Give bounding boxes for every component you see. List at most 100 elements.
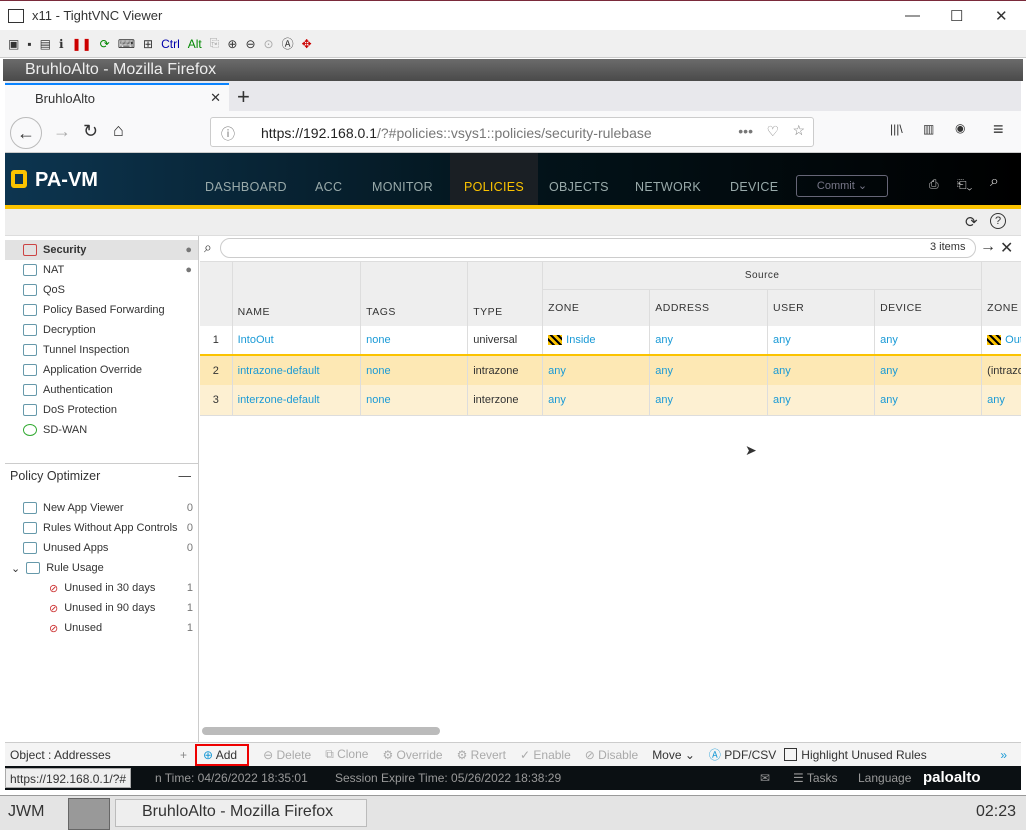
source-device[interactable]: any xyxy=(880,394,898,406)
pocket-icon[interactable]: ♡ xyxy=(766,123,779,140)
enable-button[interactable]: ✓ Enable xyxy=(520,748,571,762)
add-button[interactable]: ⊕ Add xyxy=(195,743,250,766)
minimize-button[interactable]: — xyxy=(905,7,920,24)
pdf-csv-button[interactable]: Ⓐ PDF/CSV xyxy=(709,746,776,763)
col-source-device[interactable]: DEVICE xyxy=(874,289,983,326)
home-button[interactable]: ⌂ xyxy=(113,120,124,141)
disable-button[interactable]: ⊘ Disable xyxy=(585,748,638,762)
library-icon[interactable]: |||\ xyxy=(890,122,903,136)
optimizer-item[interactable]: ⊘ Unused in 30 days 1 xyxy=(5,578,199,598)
nav-dashboard[interactable]: DASHBOARD xyxy=(205,153,287,205)
help-icon[interactable]: ? xyxy=(990,213,1006,229)
account-icon[interactable]: ◉ xyxy=(955,121,965,135)
add-object-icon[interactable]: + xyxy=(180,748,187,762)
delete-button[interactable]: ⊖ Delete xyxy=(263,748,311,762)
col-source-address[interactable]: ADDRESS xyxy=(649,289,769,326)
fullscreen-icon[interactable]: ✥ xyxy=(302,37,312,51)
revert-button[interactable]: ⚙ Revert xyxy=(457,748,506,762)
source-device[interactable]: any xyxy=(880,334,898,346)
sidebar-item-pbf[interactable]: Policy Based Forwarding xyxy=(5,300,198,320)
rule-name[interactable]: intrazone-default xyxy=(238,365,320,377)
source-user[interactable]: any xyxy=(773,365,791,377)
forward-button[interactable]: → xyxy=(53,121,71,142)
rule-tags[interactable]: none xyxy=(366,365,390,377)
col-name[interactable]: NAME xyxy=(232,262,362,326)
info-icon[interactable]: ℹ xyxy=(59,37,64,51)
nav-device[interactable]: DEVICE xyxy=(730,153,778,205)
highlight-unused-checkbox[interactable] xyxy=(784,748,798,761)
browser-tab[interactable]: BruhloAlto ✕ xyxy=(5,83,229,113)
sidebar-item-decryption[interactable]: Decryption xyxy=(5,320,198,340)
options-icon[interactable]: ▤ xyxy=(40,37,51,51)
sidebar-item-sdwan[interactable]: SD-WAN xyxy=(5,420,198,440)
ctrl-button[interactable]: Ctrl xyxy=(161,37,180,51)
zoom-out-icon[interactable]: ⊖ xyxy=(245,37,255,51)
clone-button[interactable]: ⧉ Clone xyxy=(325,747,368,762)
destination-zone[interactable]: Outside xyxy=(1005,334,1021,346)
maximize-button[interactable]: ☐ xyxy=(950,7,963,25)
apply-filter-icon[interactable]: → xyxy=(980,238,996,256)
desktop-pager[interactable] xyxy=(68,798,110,830)
source-address[interactable]: any xyxy=(655,365,673,377)
source-address[interactable]: any xyxy=(655,394,673,406)
sidebar-icon[interactable]: ▥ xyxy=(923,122,934,136)
ctrl-alt-del-icon[interactable]: ⌨ xyxy=(118,37,135,51)
bookmark-star-icon[interactable]: ☆ xyxy=(792,122,805,139)
source-zone[interactable]: any xyxy=(548,394,566,406)
collapse-icon[interactable]: — xyxy=(179,469,192,483)
search-icon[interactable]: ⌕ xyxy=(990,173,999,191)
col-source-user[interactable]: USER xyxy=(767,289,876,326)
rule-tags[interactable]: none xyxy=(366,394,390,406)
move-dropdown[interactable]: Move ⌄ xyxy=(652,748,695,762)
nav-monitor[interactable]: MONITOR xyxy=(372,153,433,205)
optimizer-item[interactable]: ⊘ Unused in 90 days 1 xyxy=(5,598,199,618)
close-tab-icon[interactable]: ✕ xyxy=(210,90,221,106)
sidebar-item-authentication[interactable]: Authentication xyxy=(5,380,198,400)
optimizer-item-rule-usage[interactable]: ⌄ Rule Usage xyxy=(5,558,199,578)
zoom-in-icon[interactable]: ⊕ xyxy=(227,37,237,51)
filter-input[interactable] xyxy=(220,238,976,258)
source-zone[interactable]: any xyxy=(548,365,566,377)
col-tags[interactable]: TAGS xyxy=(360,262,469,326)
expand-chevron-icon[interactable]: ⌄ xyxy=(11,562,20,575)
alt-button[interactable]: Alt xyxy=(188,37,202,51)
site-info-icon[interactable]: ⓘ xyxy=(221,124,235,144)
sidebar-item-app-override[interactable]: Application Override xyxy=(5,360,198,380)
refresh-icon[interactable]: ⟳ xyxy=(965,213,978,231)
save-icon[interactable]: ▪ xyxy=(27,37,31,51)
reload-button[interactable]: ↻ xyxy=(83,121,98,142)
page-actions-icon[interactable]: ••• xyxy=(738,123,753,139)
source-device[interactable]: any xyxy=(880,365,898,377)
table-row[interactable]: 1 IntoOut none universal Inside any any any Outs… xyxy=(200,326,1021,355)
col-type[interactable]: TYPE xyxy=(467,262,544,326)
optimizer-item[interactable]: New App Viewer 0 xyxy=(5,498,199,518)
save-config-icon[interactable]: ⎗⌄ xyxy=(957,177,972,192)
sidebar-item-nat[interactable]: NAT ● xyxy=(5,260,198,280)
pause-icon[interactable]: ❚❚ xyxy=(72,37,92,51)
mail-icon[interactable]: ✉ xyxy=(760,766,770,790)
menu-icon[interactable]: ≡ xyxy=(993,119,1004,140)
refresh-icon[interactable]: ⟳ xyxy=(100,37,110,51)
url-bar[interactable]: ⓘ https://192.168.0.1/?#policies::vsys1::… xyxy=(210,117,814,147)
nav-acc[interactable]: ACC xyxy=(315,153,342,205)
close-button[interactable]: ✕ xyxy=(995,7,1008,25)
new-tab-button[interactable]: + xyxy=(237,84,250,110)
horizontal-scrollbar[interactable] xyxy=(202,727,440,735)
sidebar-item-tunnel[interactable]: Tunnel Inspection xyxy=(5,340,198,360)
rule-name[interactable]: IntoOut xyxy=(238,334,274,346)
rule-name[interactable]: interzone-default xyxy=(238,394,320,406)
clear-filter-icon[interactable]: ✕ xyxy=(1000,238,1013,258)
back-button[interactable]: ← xyxy=(10,117,42,149)
optimizer-item[interactable]: ⊘ Unused 1 xyxy=(5,618,199,638)
commit-button[interactable]: Commit ⌄ xyxy=(796,175,888,197)
sidebar-item-dos[interactable]: DoS Protection xyxy=(5,400,198,420)
col-source-zone[interactable]: ZONE xyxy=(542,289,651,326)
destination-zone[interactable]: any xyxy=(987,394,1005,406)
zoom-auto-icon[interactable]: Ⓐ xyxy=(282,35,294,52)
sidebar-item-security[interactable]: Security ● xyxy=(5,240,198,260)
taskbar-window-button[interactable]: BruhloAlto - Mozilla Firefox xyxy=(115,799,367,827)
col-destination-zone[interactable]: ZONE xyxy=(981,289,1021,326)
clipboard-icon[interactable]: ⎘ xyxy=(210,36,220,51)
rule-tags[interactable]: none xyxy=(366,334,390,346)
windows-key-icon[interactable]: ⊞ xyxy=(143,37,153,51)
